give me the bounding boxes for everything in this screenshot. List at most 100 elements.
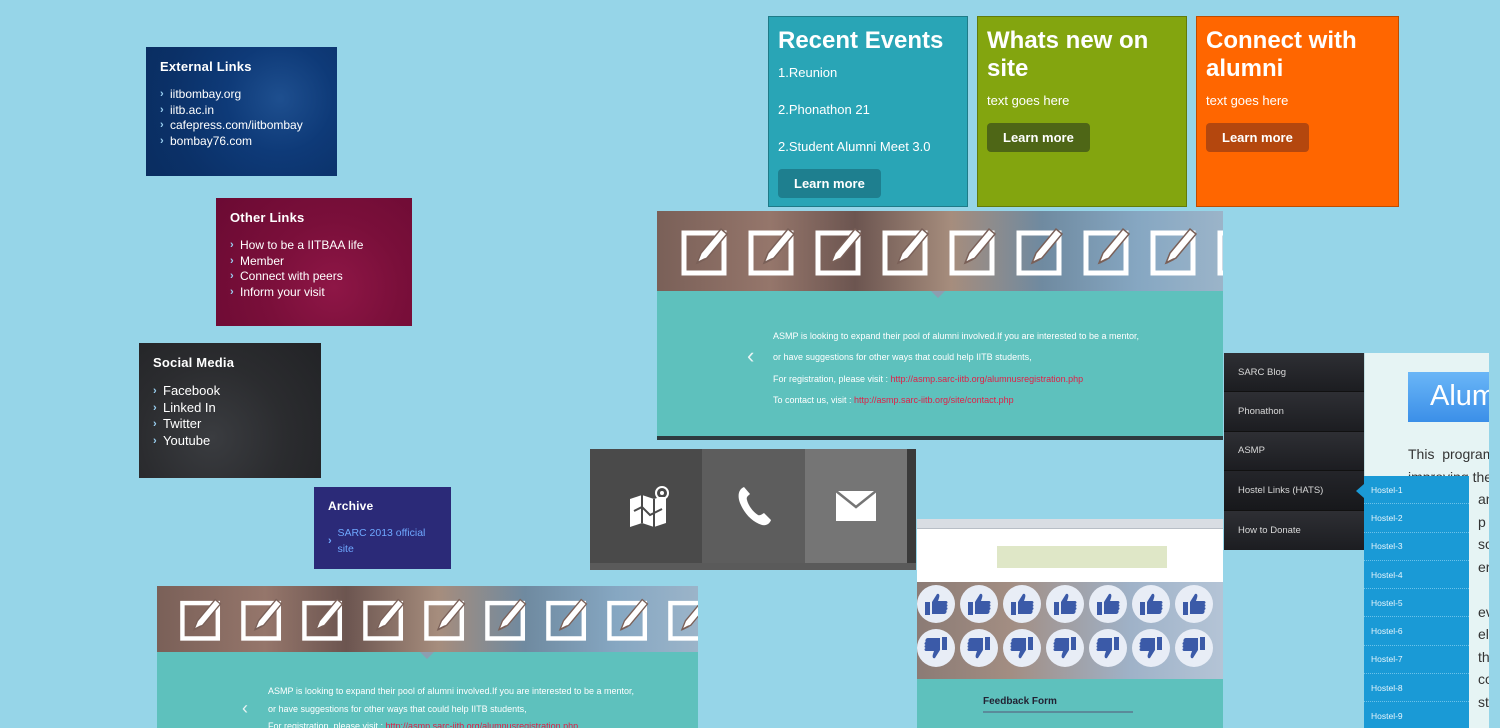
chevron-right-icon: › bbox=[153, 434, 157, 447]
chevron-right-icon: › bbox=[160, 134, 164, 147]
like-icon[interactable] bbox=[960, 585, 998, 623]
dislike-icon[interactable] bbox=[917, 629, 955, 667]
event-item[interactable]: 1.Reunion bbox=[778, 65, 958, 80]
submenu-item-hostel[interactable]: Hostel-4 bbox=[1364, 561, 1469, 590]
like-icon[interactable] bbox=[1003, 585, 1041, 623]
map-icon[interactable] bbox=[590, 449, 702, 563]
submenu-item-hostel[interactable]: Hostel-5 bbox=[1364, 589, 1469, 618]
like-icon[interactable] bbox=[917, 585, 955, 623]
alumni-heading: Alum bbox=[1408, 372, 1489, 422]
hostel-submenu: Hostel-1 Hostel-2 Hostel-3 Hostel-4 Host… bbox=[1364, 476, 1469, 728]
tile-text: text goes here bbox=[987, 93, 1070, 108]
external-link-item[interactable]: › bombay76.com bbox=[160, 134, 323, 150]
dislike-icon[interactable] bbox=[1003, 629, 1041, 667]
chevron-right-icon: › bbox=[230, 254, 234, 267]
like-icon[interactable] bbox=[1046, 585, 1084, 623]
tile-title: Whats new on site bbox=[987, 27, 1149, 82]
learn-more-button[interactable]: Learn more bbox=[1206, 123, 1309, 152]
social-link-item[interactable]: › Youtube bbox=[153, 433, 307, 450]
submenu-item-hostel[interactable]: Hostel-6 bbox=[1364, 617, 1469, 646]
feedback-page-thumbnail: Feedback Form bbox=[917, 519, 1223, 728]
asmp-slider-small: ‹ ASMP is looking to expand their pool o… bbox=[157, 586, 698, 728]
like-icon[interactable] bbox=[1132, 585, 1170, 623]
other-link-item[interactable]: › Inform your visit bbox=[230, 285, 398, 301]
edit-icon bbox=[301, 596, 345, 642]
nav-dropdown-menu: SARC Blog Phonathon ASMP Hostel Links (H… bbox=[1224, 353, 1364, 550]
dislike-icon[interactable] bbox=[1175, 629, 1213, 667]
tile-title: Recent Events bbox=[778, 27, 944, 54]
like-icon[interactable] bbox=[1175, 585, 1213, 623]
edit-icon bbox=[1083, 225, 1131, 277]
external-links-panel: External Links › iitbombay.org › iitb.ac.i… bbox=[146, 47, 337, 176]
slider-text: ASMP is looking to expand their pool of … bbox=[773, 331, 1140, 405]
chevron-right-icon: › bbox=[328, 534, 332, 547]
form-subtext-line bbox=[983, 711, 1133, 713]
edit-icon bbox=[681, 225, 729, 277]
chevron-right-icon: › bbox=[153, 418, 157, 430]
submenu-item-hostel[interactable]: Hostel-9 bbox=[1364, 702, 1469, 728]
learn-more-button[interactable]: Learn more bbox=[987, 123, 1090, 152]
chevron-right-icon: › bbox=[153, 401, 157, 414]
menu-item-hostel-links[interactable]: Hostel Links (HATS) bbox=[1224, 471, 1364, 511]
dislike-icon[interactable] bbox=[1046, 629, 1084, 667]
edit-icon bbox=[606, 596, 650, 642]
submenu-item-hostel[interactable]: Hostel-2 bbox=[1364, 504, 1469, 533]
contact-box-edge bbox=[907, 449, 916, 563]
social-media-panel: Social Media › Facebook › Linked In › Twitt… bbox=[139, 343, 321, 478]
other-link-item[interactable]: › How to be a IITBAA life bbox=[230, 238, 398, 254]
edit-icon bbox=[949, 225, 997, 277]
social-link-item[interactable]: › Facebook bbox=[153, 383, 307, 400]
submenu-item-hostel[interactable]: Hostel-1 bbox=[1364, 476, 1469, 505]
external-link-item[interactable]: › iitb.ac.in bbox=[160, 103, 323, 119]
menu-item-sarc-blog[interactable]: SARC Blog bbox=[1224, 353, 1364, 393]
social-link-item[interactable]: › Twitter bbox=[153, 416, 307, 433]
event-item[interactable]: 2.Student Alumni Meet 3.0 bbox=[778, 139, 958, 154]
chevron-right-icon: › bbox=[160, 119, 164, 131]
edit-icon bbox=[484, 596, 528, 642]
event-item[interactable]: 2.Phonathon 21 bbox=[778, 102, 958, 117]
like-icon[interactable] bbox=[1089, 585, 1127, 623]
slider-bar bbox=[657, 436, 1223, 440]
menu-item-asmp[interactable]: ASMP bbox=[1224, 431, 1364, 472]
edit-icon bbox=[748, 225, 796, 277]
feedback-form-title: Feedback Form bbox=[983, 696, 1057, 707]
slider-notch bbox=[931, 291, 945, 298]
registration-link[interactable]: http://asmp.sarc-iitb.org/alumnusregistr… bbox=[891, 374, 1084, 384]
like-dislike-strip bbox=[917, 582, 1223, 679]
dislike-icon[interactable] bbox=[960, 629, 998, 667]
dislike-icon[interactable] bbox=[1132, 629, 1170, 667]
submenu-pointer bbox=[1356, 484, 1364, 498]
mail-icon[interactable] bbox=[805, 449, 907, 563]
asmp-slider: ‹ ASMP is looking to expand their pool o… bbox=[657, 211, 1223, 440]
map-thumbnail bbox=[997, 546, 1167, 568]
menu-item-how-to-donate[interactable]: How to Donate bbox=[1224, 510, 1364, 550]
edit-icon bbox=[815, 225, 863, 277]
slider-notch bbox=[420, 652, 434, 659]
feedback-form-area: Feedback Form bbox=[917, 679, 1223, 728]
archive-link-item[interactable]: › SARC 2013 official site bbox=[328, 526, 437, 557]
chevron-left-icon[interactable]: ‹ bbox=[242, 698, 248, 719]
slider-icon-strip bbox=[157, 586, 698, 652]
panel-title: External Links bbox=[160, 59, 252, 74]
learn-more-button[interactable]: Learn more bbox=[778, 169, 881, 198]
submenu-item-hostel[interactable]: Hostel-7 bbox=[1364, 646, 1469, 675]
tile-text: text goes here bbox=[1206, 93, 1289, 108]
chevron-right-icon: › bbox=[160, 88, 164, 100]
contact-link[interactable]: http://asmp.sarc-iitb.org/site/contact.p… bbox=[854, 395, 1014, 405]
slider-icon-strip bbox=[657, 211, 1223, 291]
submenu-item-hostel[interactable]: Hostel-8 bbox=[1364, 674, 1469, 703]
dislike-icon[interactable] bbox=[1089, 629, 1127, 667]
social-link-item[interactable]: › Linked In bbox=[153, 400, 307, 417]
phone-icon[interactable] bbox=[702, 449, 805, 563]
edit-icon bbox=[545, 596, 589, 642]
menu-item-phonathon[interactable]: Phonathon bbox=[1224, 392, 1364, 432]
external-link-item[interactable]: › iitbombay.org bbox=[160, 87, 323, 103]
submenu-item-hostel[interactable]: Hostel-3 bbox=[1364, 533, 1469, 561]
external-link-item[interactable]: › cafepress.com/iitbombay bbox=[160, 118, 323, 134]
chevron-left-icon[interactable]: ‹ bbox=[747, 343, 754, 369]
edit-icon bbox=[240, 596, 284, 642]
other-link-item[interactable]: › Member bbox=[230, 254, 398, 270]
other-link-item[interactable]: › Connect with peers bbox=[230, 269, 398, 285]
edit-icon bbox=[1016, 225, 1064, 277]
registration-link[interactable]: http://asmp.sarc-iitb.org/alumnusregistr… bbox=[386, 721, 579, 728]
